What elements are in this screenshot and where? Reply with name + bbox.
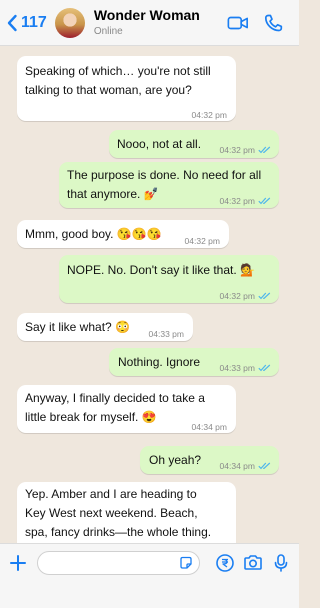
message-outgoing[interactable]: Oh yeah? 04:34 pm [140,446,279,474]
message-outgoing[interactable]: The purpose is done. No need for all tha… [59,162,279,208]
message-time: 04:33 pm [220,358,271,378]
contact-name: Wonder Woman [93,7,200,23]
read-receipt-icon [258,292,271,300]
unread-count: 117 [21,13,47,31]
message-input-bar [0,543,299,608]
rupee-payment-icon[interactable] [215,553,235,573]
message-time: 04:32 pm [220,140,271,160]
contact-info[interactable]: Wonder Woman Online [94,7,200,38]
message-text: Oh yeah? [149,453,202,467]
message-incoming[interactable]: Anyway, I finally decided to take a litt… [17,385,236,433]
message-text: Nooo, not at all. [117,137,202,151]
message-text: The purpose is done. No need for all [67,168,262,182]
video-call-icon[interactable] [227,13,249,33]
timestamp: 04:32 pm [191,110,227,120]
message-text: Say it like what? 😳 [25,320,130,334]
message-time: 04:32 pm [220,191,271,211]
read-receipt-icon [258,146,271,154]
avatar[interactable] [54,7,85,38]
message-time: 04:32 pm [192,105,227,125]
back-button[interactable]: 117 [6,14,47,32]
message-time: 04:34 pm [192,417,227,437]
read-receipt-icon [258,197,271,205]
message-text: Speaking of which… you're not still [25,64,211,78]
message-text: talking to that woman, are you? [25,83,192,97]
message-time: 04:32 pm [220,286,271,306]
microphone-icon[interactable] [271,553,291,573]
sticker-icon[interactable] [179,556,193,570]
camera-icon[interactable] [243,553,263,573]
message-time: 04:34 pm [220,456,271,476]
message-list[interactable]: Speaking of which… you're not still talk… [0,46,299,543]
chat-header: 117 Wonder Woman Online [0,0,299,46]
message-outgoing[interactable]: Nothing. Ignore 04:33 pm [109,348,279,376]
timestamp: 04:33 pm [219,363,255,373]
message-text: Yep. Amber and I are heading to [25,487,197,501]
message-text: Key West next weekend. Beach, [25,506,198,520]
timestamp: 04:34 pm [191,422,227,432]
timestamp: 04:32 pm [219,291,255,301]
read-receipt-icon [258,364,271,372]
message-incoming[interactable]: Speaking of which… you're not still talk… [17,56,236,121]
message-time: 04:33 pm [149,324,184,344]
message-text: Anyway, I finally decided to take a [25,391,205,405]
message-incoming[interactable]: Yep. Amber and I are heading to Key West… [17,482,236,543]
message-text: that anymore. 💅 [67,187,159,201]
message-text: Mmm, good boy. 😘😘😘 [25,227,162,241]
timestamp: 04:32 pm [219,145,255,155]
message-incoming[interactable]: Say it like what? 😳 04:33 pm [17,313,193,341]
message-outgoing[interactable]: NOPE. No. Don't say it like that. 💁 04:3… [59,255,279,303]
message-text: NOPE. No. Don't say it like that. 💁 [67,263,255,277]
message-time: 04:32 pm [185,231,220,251]
message-input[interactable] [37,551,200,575]
contact-status: Online [93,26,123,37]
phone-icon[interactable] [263,13,285,33]
timestamp: 04:32 pm [184,236,220,246]
back-chevron-icon [7,14,17,31]
read-receipt-icon [258,462,271,470]
message-text: little break for myself. 😍 [25,410,157,424]
timestamp: 04:32 pm [219,196,255,206]
message-text: spa, fancy drinks—the whole thing. [25,525,212,539]
message-text: Nothing. Ignore [118,355,201,369]
timestamp: 04:34 pm [219,461,255,471]
timestamp: 04:33 pm [148,329,184,339]
message-incoming[interactable]: Mmm, good boy. 😘😘😘 04:32 pm [17,220,229,248]
plus-icon[interactable] [8,553,28,573]
message-outgoing[interactable]: Nooo, not at all. 04:32 pm [109,130,279,158]
